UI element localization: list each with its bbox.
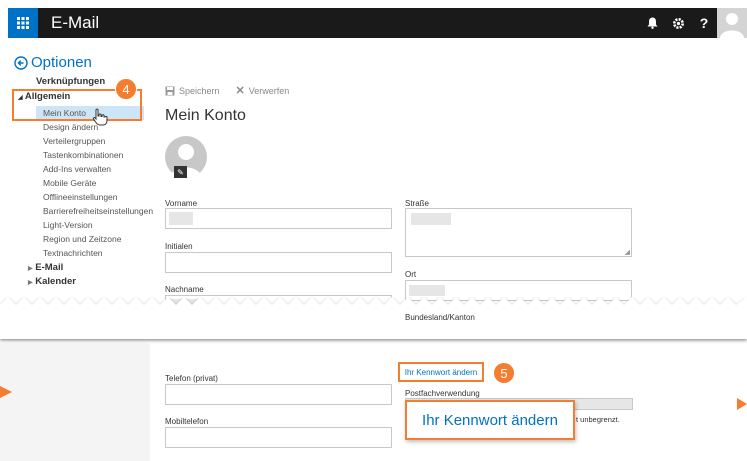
initials-label: Initialen xyxy=(165,242,193,251)
avatar[interactable] xyxy=(717,8,747,38)
right-arrow-marker-icon xyxy=(737,398,747,410)
page-title: Mein Konto xyxy=(165,107,246,124)
gear-icon[interactable] xyxy=(665,8,691,38)
sidebar-item-mobile-devices[interactable]: Mobile Geräte xyxy=(43,178,96,188)
save-button[interactable]: Speichern xyxy=(165,84,220,97)
sidebar-group-calendar[interactable]: ▶ Kalender xyxy=(28,276,76,287)
sidebar-item-light-version[interactable]: Light-Version xyxy=(43,220,93,230)
mobile-phone-label: Mobiltelefon xyxy=(165,417,209,426)
options-title: Optionen xyxy=(31,54,92,71)
change-password-zoom-text: Ihr Kennwort ändern xyxy=(422,411,558,429)
sidebar-item-change-theme[interactable]: Design ändern xyxy=(43,122,98,132)
sidebar-item-text-messages[interactable]: Textnachrichten xyxy=(43,248,103,258)
close-icon: ✕ xyxy=(235,85,245,97)
floppy-disk-icon xyxy=(165,86,175,95)
mailbox-usage-label: Postfachverwendung xyxy=(405,389,480,398)
step5-badge: 5 xyxy=(493,362,515,384)
state-label: Bundesland/Kanton xyxy=(405,313,475,322)
options-back-link[interactable]: Optionen xyxy=(14,54,92,71)
mailbox-usage-text: t unbegrenzt. xyxy=(576,415,620,424)
first-name-label: Vorname xyxy=(165,199,198,208)
initials-field[interactable] xyxy=(165,252,392,273)
app-launcher-icon[interactable] xyxy=(8,8,38,38)
top-navigation-bar: E-Mail ? xyxy=(8,8,747,38)
discard-button[interactable]: ✕ Verwerfen xyxy=(236,84,290,97)
sidebar-item-manage-addins[interactable]: Add-Ins verwalten xyxy=(43,164,111,174)
left-arrow-marker-icon xyxy=(0,386,12,398)
change-password-link[interactable]: Ihr Kennwort ändern xyxy=(405,368,478,377)
bell-icon[interactable] xyxy=(639,8,665,38)
sidebar-item-accessibility-settings[interactable]: Barrierefreiheitseinstellungen xyxy=(43,206,153,216)
first-name-field[interactable] xyxy=(165,208,392,229)
sidebar-group-email[interactable]: ▶ E-Mail xyxy=(28,262,63,273)
mobile-phone-field[interactable] xyxy=(165,427,392,448)
toolbar: Speichern ✕ Verwerfen xyxy=(165,84,289,97)
help-icon[interactable]: ? xyxy=(691,8,717,38)
app-title[interactable]: E-Mail xyxy=(51,13,99,33)
sidebar-item-distribution-groups[interactable]: Verteilergruppen xyxy=(43,136,105,146)
expand-triangle-icon: ▶ xyxy=(28,280,33,286)
change-password-zoom-callout[interactable]: Ihr Kennwort ändern xyxy=(405,400,575,440)
last-name-label: Nachname xyxy=(165,285,204,294)
street-textarea[interactable]: ◢ xyxy=(405,208,632,257)
phone-home-field[interactable] xyxy=(165,384,392,405)
lower-sidebar-panel xyxy=(0,343,150,461)
phone-home-label: Telefon (privat) xyxy=(165,374,218,383)
sidebar-item-keyboard-shortcuts[interactable]: Tastenkombinationen xyxy=(43,150,123,160)
sidebar-item-region-timezone[interactable]: Region und Zeitzone xyxy=(43,234,121,244)
step5-highlight-frame: Ihr Kennwort ändern xyxy=(398,362,484,382)
sidebar-item-offline-settings[interactable]: Offlineeinstellungen xyxy=(43,192,118,202)
city-label: Ort xyxy=(405,270,417,279)
step4-badge: 4 xyxy=(115,78,137,100)
redacted-value xyxy=(409,285,445,296)
resize-grip-icon: ◢ xyxy=(624,249,630,256)
redacted-value xyxy=(411,213,451,225)
pointer-hand-icon xyxy=(92,108,108,126)
street-label: Straße xyxy=(405,199,430,208)
back-arrow-icon xyxy=(14,55,28,70)
edit-pencil-icon[interactable]: ✎ xyxy=(174,166,187,178)
expand-triangle-icon: ▶ xyxy=(28,266,33,272)
redacted-value xyxy=(169,212,193,225)
sidebar-header-shortcuts[interactable]: Verknüpfungen xyxy=(36,76,105,87)
